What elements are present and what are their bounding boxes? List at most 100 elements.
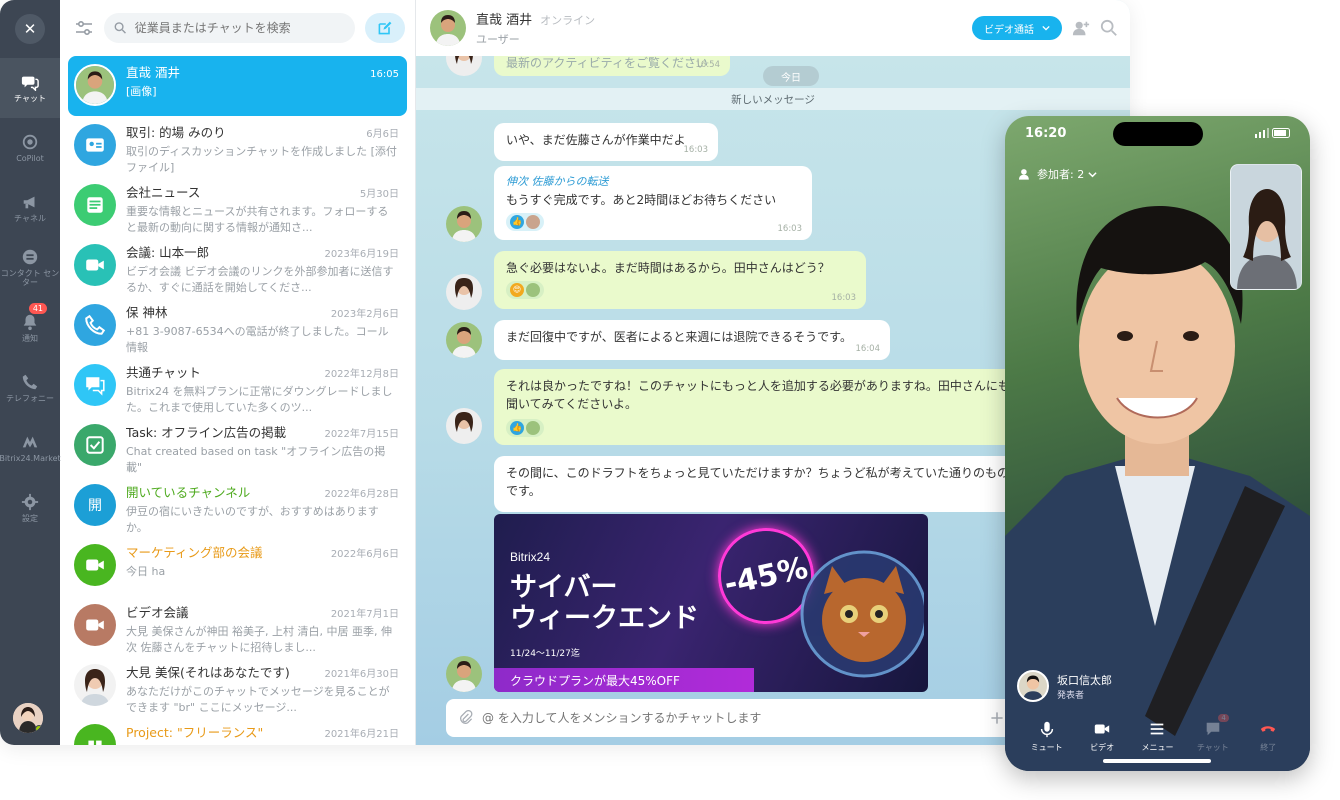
mobile-video-call: 16:20 参加者: 2 坂口信太郎 発表者 ミュート ビデオ メニュー チャッ… <box>1005 116 1310 771</box>
chat-list-item[interactable]: 大見 美保(それはあなたです) 2021年6月30日 あなただけがこのチャットでメッ… <box>68 656 407 716</box>
call-controls: ミュート ビデオ メニュー チャット 4 終了 <box>1005 714 1310 753</box>
cat-astronaut-illustration <box>800 550 924 678</box>
chat-list-item[interactable]: ビデオ会議 2021年7月1日 大見 美保さんが神田 裕美子, 上村 清白, 中居 … <box>68 596 407 656</box>
control-label: メニュー <box>1141 743 1174 752</box>
message-text: いや、まだ佐藤さんが作業中だよ <box>506 133 686 147</box>
chat-avatar-photo <box>74 64 116 106</box>
chat-list-header <box>60 0 415 56</box>
open-channel-avatar: 開 <box>74 484 116 526</box>
chat-list: 直哉 酒井 16:05 [画像] 取引: 的場 みのり 6月6日 取引のディスカッションチ… <box>60 56 415 745</box>
close-button[interactable]: ✕ <box>15 14 45 44</box>
chat-list-item-top: 共通チャット 2022年12月8日 <box>126 362 399 381</box>
chat-list-item[interactable]: Task: オフライン広告の掲載 2022年7月15日 Chat created b… <box>68 416 407 476</box>
chat-list-item[interactable]: マーケティング部の会議 2022年6月6日 今日 ha <box>68 536 407 596</box>
dynamic-island <box>1113 122 1203 146</box>
message-reactions[interactable]: 👍 <box>506 419 544 437</box>
nav-item-market[interactable]: Bitrix24.Market <box>0 418 61 478</box>
speaker-avatar <box>1017 670 1049 702</box>
promo-image[interactable]: Bitrix24 サイバー ウィークエンド 11/24〜11/27迄 クラウドプラ… <box>494 514 928 692</box>
search-icon <box>114 22 126 34</box>
reactor-avatar <box>526 283 540 297</box>
chat-partner-name: 直哉 酒井 <box>476 13 533 28</box>
nav-item-chat[interactable]: チャット <box>0 58 60 118</box>
chat-date: 5月30日 <box>359 189 399 200</box>
nav-item-telephony[interactable]: テレフォニー <box>0 358 60 418</box>
message-text: その間に、このドラフトをちょっと見ていただけますか？ちょうど私が考えていた通りの… <box>506 466 1010 498</box>
chat-list-item-top: 会社ニュース 5月30日 <box>126 182 399 201</box>
chat-header-avatar[interactable] <box>430 10 466 46</box>
message-time: 16:54 <box>695 60 721 71</box>
banner-promo: クラウドプランが最大45%OFF <box>494 668 754 692</box>
filter-icon[interactable] <box>74 18 94 38</box>
chat-list-item[interactable]: 開 開いているチャンネル 2022年6月28日 伊豆の宿にいきたいのですが、おすすめは… <box>68 476 407 536</box>
search-box[interactable] <box>104 13 355 43</box>
speaker-avatar-photo <box>1019 672 1047 700</box>
sender-avatar <box>446 274 482 310</box>
nav-item-channels[interactable]: チャネル <box>0 178 60 238</box>
message-time: 16:04 <box>855 344 881 355</box>
nav-label: コンタクト センター <box>0 269 60 287</box>
phone-icon <box>22 374 38 389</box>
chat-date: 2022年6月28日 <box>324 489 399 500</box>
participants-dropdown[interactable]: 参加者: 2 <box>1019 166 1097 182</box>
chat-title: 保 神林 <box>126 305 168 320</box>
message-text: もうすぐ完成です。あと2時間ほどお待ちください <box>506 192 777 207</box>
chat-list-item[interactable]: 取引: 的場 みのり 6月6日 取引のディスカッションチャットを作成しました [添付… <box>68 116 407 176</box>
paperclip-icon[interactable] <box>458 710 474 726</box>
add-user-icon[interactable] <box>1072 19 1090 37</box>
chat-list-item[interactable]: 共通チャット 2022年12月8日 Bitrix24 を無料プランに正常にダウングレ… <box>68 356 407 416</box>
chat-date: 2021年6月30日 <box>324 669 399 680</box>
message-composer[interactable] <box>446 699 1016 737</box>
video-toggle-button[interactable]: ビデオ <box>1082 720 1122 753</box>
chat-snippet: Chat created based on task "オフライン広告の掲載" <box>126 445 386 474</box>
hangup-button[interactable]: 終了 <box>1248 720 1288 753</box>
chat-partner-role: ユーザー <box>476 33 520 46</box>
message-reactions[interactable]: 😍 <box>506 281 544 299</box>
nav-item-copilot[interactable]: CoPilot <box>0 118 60 178</box>
control-label: 終了 <box>1260 743 1277 752</box>
banner-headline: サイバー ウィークエンド <box>510 572 699 634</box>
message-input[interactable] <box>482 711 982 725</box>
day-separator: 今日 <box>763 66 819 86</box>
chat-list-item[interactable]: Project: "フリーランス" 2021年6月21日 <box>68 716 407 745</box>
chat-date: 2023年6月19日 <box>324 249 399 260</box>
chat-list-item-top: 保 神林 2023年2月6日 <box>126 302 399 321</box>
new-chat-button[interactable] <box>365 13 405 43</box>
chat-list-item[interactable]: 直哉 酒井 16:05 [画像] <box>68 56 407 116</box>
chat-list-item[interactable]: 会議: 山本一郎 2023年6月19日 ビデオ会議 ビデオ会議のリンクを外部参加者に… <box>68 236 407 296</box>
chat-list-item-body: 大見 美保(それはあなたです) 2021年6月30日 あなただけがこのチャットでメッ… <box>126 662 399 716</box>
message-reactions[interactable]: 👍 <box>506 212 544 231</box>
user-avatar[interactable] <box>13 703 43 733</box>
banner-line-1: サイバー <box>510 572 618 603</box>
search-input[interactable] <box>134 21 345 35</box>
chat-list-item[interactable]: 会社ニュース 5月30日 重要な情報とニュースが共有されます。フォローすると最新の動… <box>68 176 407 236</box>
chat-list-item[interactable]: 保 神林 2023年2月6日 +81 3-9087-6534への電話が終了しました。… <box>68 296 407 356</box>
search-icon[interactable] <box>1100 19 1118 37</box>
control-label: ビデオ <box>1090 743 1115 752</box>
chat-list-item-body: 開いているチャンネル 2022年6月28日 伊豆の宿にいきたいのですが、おすすめはあ… <box>126 482 399 536</box>
nav-item-contact-center[interactable]: コンタクト センター <box>0 238 60 298</box>
nav-label: テレフォニー <box>6 393 54 403</box>
man-avatar-photo <box>446 206 482 242</box>
self-video-thumbnail[interactable] <box>1230 164 1302 290</box>
menu-button[interactable]: メニュー <box>1137 720 1177 753</box>
chat-title: 直哉 酒井 <box>126 65 180 80</box>
chat-title: 共通チャット <box>126 365 201 380</box>
message-time: 16:03 <box>683 145 709 156</box>
sender-avatar <box>446 206 482 242</box>
plus-icon[interactable] <box>990 711 1004 725</box>
nav-item-notifications[interactable]: 通知 41 <box>0 298 60 358</box>
chat-date: 2022年7月15日 <box>324 429 399 440</box>
sender-avatar <box>446 408 482 444</box>
chat-snippet: +81 3-9087-6534への電話が終了しました。コール情報 <box>126 325 389 354</box>
mute-button[interactable]: ミュート <box>1027 720 1067 753</box>
chat-button[interactable]: チャット 4 <box>1193 714 1233 753</box>
nav-item-settings[interactable]: 設定 <box>0 478 60 538</box>
control-label: ミュート <box>1030 743 1063 752</box>
notification-badge: 41 <box>28 303 47 314</box>
message-text: まだ回復中ですが、医者によると来週には退院できるそうです。 <box>506 330 852 344</box>
video-call-button[interactable]: ビデオ通話 <box>972 16 1062 40</box>
chat-list-item-body: 共通チャット 2022年12月8日 Bitrix24 を無料プランに正常にダウングレ… <box>126 362 399 416</box>
chat-list-item-body: ビデオ会議 2021年7月1日 大見 美保さんが神田 裕美子, 上村 清白, 中居 … <box>126 602 399 656</box>
chat-date: 2022年12月8日 <box>324 369 399 380</box>
